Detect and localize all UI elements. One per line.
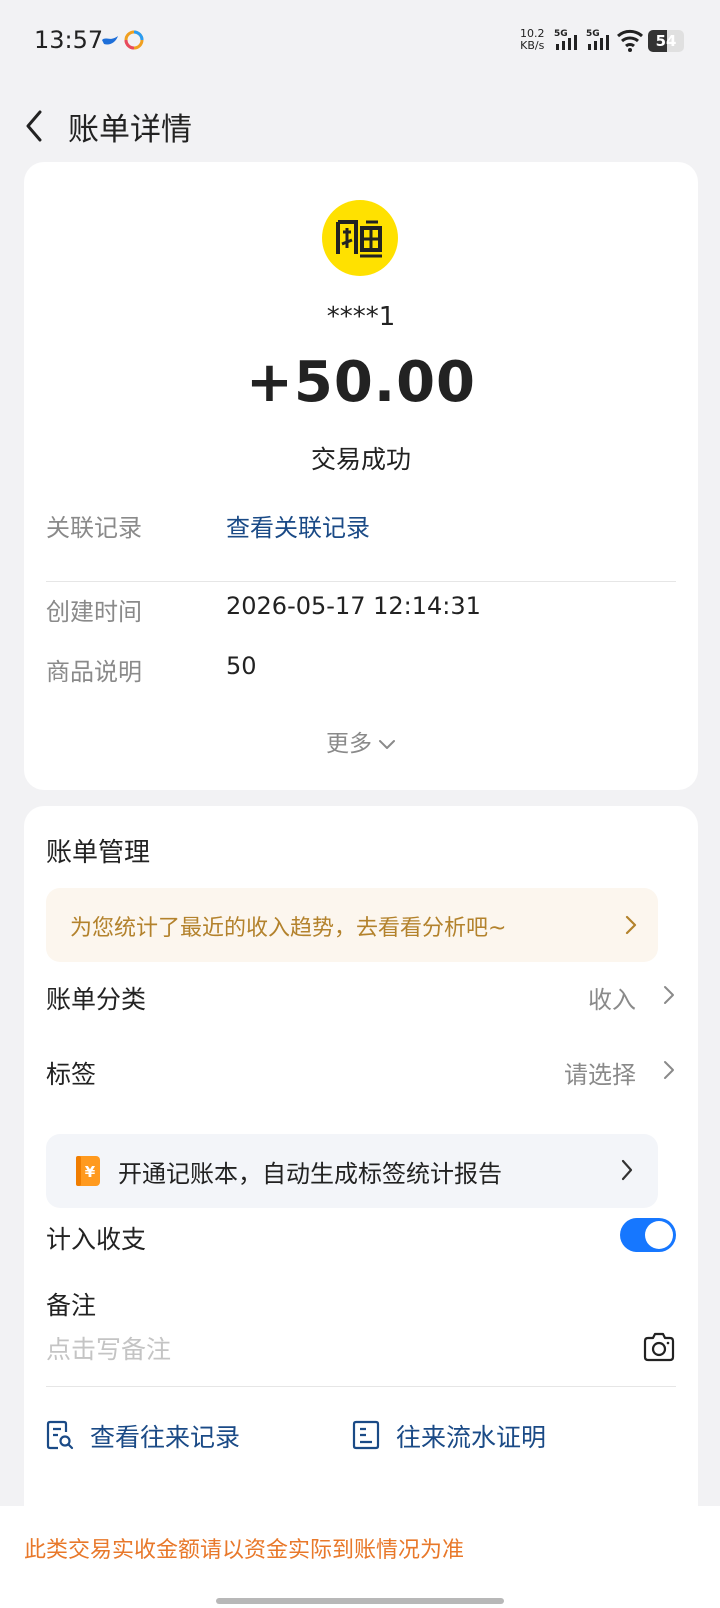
chevron-right-icon	[664, 1061, 674, 1079]
notice-text: 此类交易实收金额请以资金实际到账情况为准	[24, 1538, 465, 1563]
signal-5g-label: 5G	[554, 29, 568, 39]
network-speed: 10.2 KB/s	[520, 28, 545, 52]
tag-value: 请选择	[564, 1061, 636, 1089]
merchant-logo	[322, 200, 398, 276]
toggle-knob	[645, 1221, 673, 1249]
ledger-promo-text: 开通记账本，自动生成标签统计报告	[118, 1160, 502, 1188]
wifi-icon	[617, 29, 643, 52]
camera-icon[interactable]	[642, 1332, 676, 1362]
transaction-amount: +50.00	[245, 350, 477, 415]
signal-5g-label: 5G	[586, 29, 600, 39]
xianyu-logo-icon	[336, 220, 382, 258]
chevron-right-icon	[625, 915, 637, 935]
ledger-promo-banner[interactable]: ¥ 开通记账本，自动生成标签统计报告	[46, 1134, 658, 1208]
product-description-value: 50	[226, 652, 257, 680]
remark-label: 备注	[46, 1291, 97, 1320]
bird-app-icon	[102, 36, 118, 45]
battery-icon: 54	[648, 30, 684, 52]
signal-5g-icon: 5G	[554, 29, 577, 50]
income-trend-banner[interactable]: 为您统计了最近的收入趋势，去看看分析吧~	[46, 888, 658, 962]
record-search-icon	[46, 1420, 74, 1450]
bill-category-value: 收入	[588, 986, 636, 1014]
transaction-proof-label: 往来流水证明	[396, 1423, 547, 1452]
transaction-summary-card: ****1 +50.00 交易成功 关联记录 查看关联记录 创建时间 2026-…	[24, 162, 698, 790]
ledger-book-icon: ¥	[76, 1156, 100, 1186]
merchant-name: ****1	[326, 302, 396, 332]
bill-management-card: 账单管理 为您统计了最近的收入趋势，去看看分析吧~ 账单分类 收入 标签 请选择…	[24, 806, 698, 1506]
more-button[interactable]: 更多	[24, 724, 698, 758]
include-in-stats-toggle[interactable]	[620, 1218, 676, 1252]
battery-level: 54	[655, 32, 677, 50]
signal-5g-icon: 5G	[586, 29, 609, 50]
chevron-right-icon	[621, 1159, 633, 1181]
section-title: 账单管理	[46, 838, 151, 868]
network-speed-unit: KB/s	[520, 39, 545, 52]
svg-text:¥: ¥	[85, 1163, 96, 1181]
chevron-left-icon[interactable]	[20, 106, 50, 146]
remark-input[interactable]: 点击写备注	[46, 1330, 171, 1366]
home-indicator[interactable]	[216, 1598, 504, 1604]
product-description-label: 商品说明	[46, 658, 142, 686]
more-label: 更多	[326, 731, 372, 757]
created-time-value: 2026-05-17 12:14:31	[226, 592, 481, 620]
transaction-status: 交易成功	[310, 445, 411, 474]
bill-category-label: 账单分类	[46, 985, 147, 1014]
top-nav: 账单详情	[0, 84, 720, 170]
income-trend-text: 为您统计了最近的收入趋势，去看看分析吧~	[70, 916, 507, 941]
divider	[46, 581, 676, 582]
status-time: 13:57	[34, 26, 104, 54]
divider	[46, 1386, 676, 1387]
view-related-records-link[interactable]: 查看关联记录	[226, 508, 370, 543]
document-icon	[352, 1420, 380, 1450]
include-in-stats-label: 计入收支	[46, 1225, 147, 1254]
created-time-label: 创建时间	[46, 598, 142, 626]
view-transaction-records-label: 查看往来记录	[90, 1423, 241, 1452]
colorful-app-icon	[124, 30, 144, 50]
status-bar: 13:57 10.2 KB/s 5G 5G 54	[0, 0, 720, 84]
notice-bar: 此类交易实收金额请以资金实际到账情况为准	[0, 1506, 720, 1608]
page-title: 账单详情	[68, 112, 192, 148]
tag-label: 标签	[46, 1060, 97, 1089]
chevron-right-icon	[664, 986, 674, 1004]
chevron-down-icon	[379, 739, 395, 749]
related-records-label: 关联记录	[46, 514, 142, 542]
